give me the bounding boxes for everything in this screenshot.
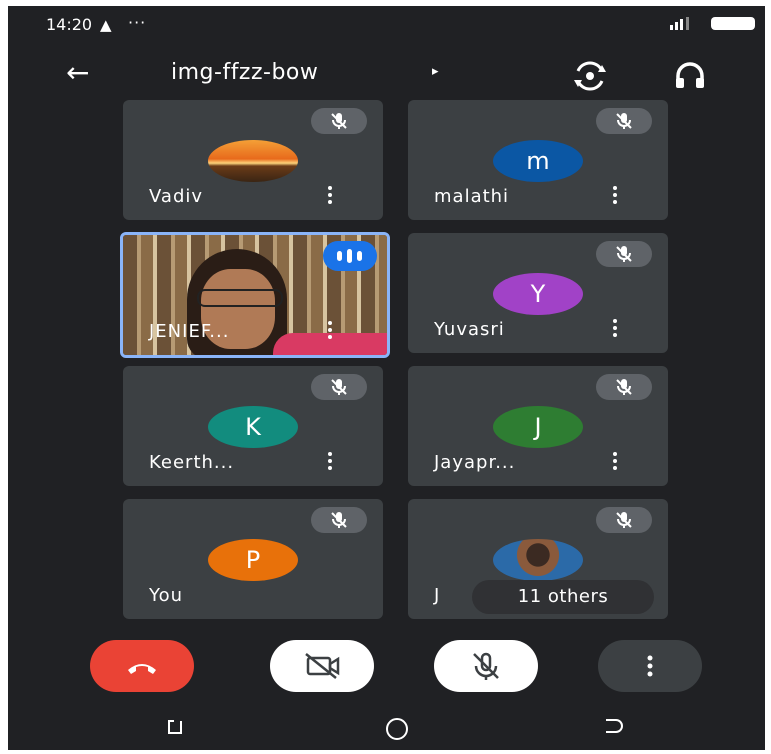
home-icon[interactable]	[384, 716, 410, 746]
participant-tile-active-speaker[interactable]: JENIEF...	[120, 232, 390, 358]
mic-off-icon	[596, 374, 652, 400]
participant-tile[interactable]: Vadiv	[123, 100, 383, 220]
more-options-button[interactable]	[598, 640, 702, 692]
participant-tile[interactable]: J Jayapr...	[408, 366, 668, 486]
app-bar: ← img-ffzz-bow ▸	[8, 50, 765, 106]
switch-camera-icon[interactable]	[572, 58, 608, 94]
participant-tile[interactable]: K Keerth...	[123, 366, 383, 486]
mic-off-icon	[311, 374, 367, 400]
mic-toggle-button[interactable]	[434, 640, 538, 692]
mic-off-icon	[311, 507, 367, 533]
avatar-initial: m	[493, 140, 583, 182]
more-vert-icon[interactable]	[323, 319, 337, 343]
speaking-indicator-icon	[323, 241, 377, 271]
recents-icon[interactable]	[164, 716, 186, 742]
mic-off-icon	[596, 108, 652, 134]
warning-icon: ▲	[100, 16, 112, 34]
participant-name: You	[149, 585, 184, 606]
status-bar: 14:20 ▲ ···	[8, 6, 765, 46]
phone-screen: 14:20 ▲ ··· ← img-ffzz-bow ▸ Vadiv m mal…	[8, 6, 765, 750]
avatar-photo	[493, 539, 583, 581]
participant-name: Yuvasri	[434, 319, 505, 340]
signal-icon	[668, 17, 696, 34]
video-person-glasses	[197, 289, 283, 307]
others-count-chip[interactable]: 11 others	[472, 580, 654, 614]
mic-off-icon	[473, 652, 499, 680]
participant-name: Jayapr...	[434, 452, 516, 473]
participant-tile-others[interactable]: J 11 others	[408, 499, 668, 619]
caret-right-icon[interactable]: ▸	[432, 64, 439, 79]
more-vert-icon[interactable]	[608, 184, 622, 208]
more-notifications-icon: ···	[128, 13, 147, 32]
avatar-initial: Y	[493, 273, 583, 315]
participant-name: Vadiv	[149, 186, 204, 207]
participant-tile[interactable]: Y Yuvasri	[408, 233, 668, 353]
back-arrow-icon[interactable]: ←	[66, 58, 89, 88]
avatar-photo	[208, 140, 298, 182]
more-vert-icon[interactable]	[323, 184, 337, 208]
phone-hangup-icon	[128, 664, 156, 674]
end-call-button[interactable]	[90, 640, 194, 692]
avatar-initial: J	[493, 406, 583, 448]
status-time: 14:20	[46, 15, 93, 34]
battery-icon	[711, 17, 755, 30]
participant-tile-self[interactable]: P You	[123, 499, 383, 619]
meeting-code[interactable]: img-ffzz-bow	[171, 60, 318, 85]
videocam-off-icon	[305, 653, 340, 679]
more-vert-icon[interactable]	[608, 317, 622, 341]
more-vert-icon[interactable]	[323, 450, 337, 474]
mic-off-icon	[596, 507, 652, 533]
avatar-initial: P	[208, 539, 298, 581]
avatar-initial: K	[208, 406, 298, 448]
participant-name: J	[434, 585, 441, 606]
participant-name: JENIEF...	[149, 321, 230, 342]
back-nav-icon[interactable]	[600, 716, 624, 742]
participant-name: Keerth...	[149, 452, 235, 473]
more-vert-icon[interactable]	[608, 450, 622, 474]
participant-tile[interactable]: m malathi	[408, 100, 668, 220]
mic-off-icon	[596, 241, 652, 267]
headphones-icon[interactable]	[672, 58, 708, 94]
camera-toggle-button[interactable]	[270, 640, 374, 692]
participant-name: malathi	[434, 186, 510, 207]
mic-off-icon	[311, 108, 367, 134]
more-vert-icon	[647, 655, 653, 677]
